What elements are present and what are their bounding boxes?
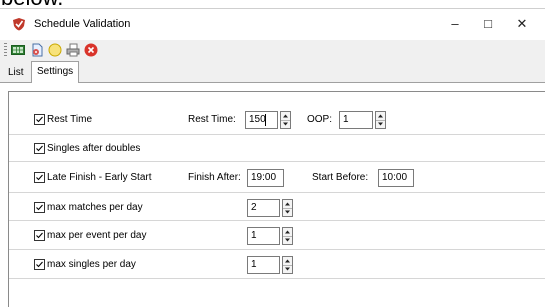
start-before-label: Start Before: (312, 172, 369, 183)
spin-down-icon[interactable] (283, 265, 292, 273)
checkmark-icon (36, 116, 43, 123)
checkmark-icon (36, 261, 43, 268)
max-singles-checkbox[interactable] (34, 259, 45, 270)
toolbar (0, 40, 545, 61)
max-singles-input[interactable]: 1 (247, 256, 280, 274)
schedule-validation-window: Schedule Validation – □ ✕ List Settings … (0, 8, 545, 307)
late-finish-checkbox[interactable] (34, 172, 45, 183)
max-matches-label: max matches per day (47, 202, 143, 213)
spin-up-icon[interactable] (283, 228, 292, 236)
tab-settings[interactable]: Settings (31, 61, 80, 83)
max-matches-spinner[interactable] (282, 199, 293, 217)
circle-icon[interactable] (48, 43, 62, 57)
tab-strip: List Settings (0, 61, 545, 83)
settings-panel: Rest Time Rest Time: 150 OOP: 1 Singles … (8, 91, 545, 307)
rule-row-late-finish: Late Finish - Early Start Finish After: … (9, 162, 545, 193)
max-per-event-spinner[interactable] (282, 227, 293, 245)
rule-row-singles-after-doubles: Singles after doubles (9, 135, 545, 162)
spin-up-icon[interactable] (283, 257, 292, 265)
rest-time-spinner[interactable] (280, 111, 291, 129)
rule-row-max-singles: max singles per day 1 (9, 250, 545, 279)
spin-down-icon[interactable] (283, 236, 292, 244)
checkmark-icon (36, 232, 43, 239)
text-caret (265, 114, 266, 126)
spin-down-icon[interactable] (283, 208, 292, 216)
singles-after-doubles-label: Singles after doubles (47, 143, 141, 154)
finish-after-label: Finish After: (188, 172, 241, 183)
max-matches-input[interactable]: 2 (247, 199, 280, 217)
title-bar: Schedule Validation – □ ✕ (0, 9, 545, 39)
rest-time-label: Rest Time (47, 114, 93, 125)
max-singles-label: max singles per day (47, 259, 136, 270)
checkmark-icon (36, 174, 43, 181)
checkmark-icon (36, 145, 43, 152)
document-icon[interactable] (30, 43, 44, 57)
close-red-icon[interactable] (84, 43, 98, 57)
close-button[interactable]: ✕ (499, 13, 545, 35)
max-per-event-label: max per event per day (47, 230, 147, 241)
late-finish-label: Late Finish - Early Start (47, 172, 152, 183)
spin-up-icon[interactable] (283, 200, 292, 208)
spin-down-icon[interactable] (376, 120, 385, 128)
oop-input[interactable]: 1 (339, 111, 373, 129)
singles-after-doubles-checkbox[interactable] (34, 143, 45, 154)
grid-icon[interactable] (11, 43, 25, 57)
rest-time-checkbox[interactable] (34, 114, 45, 125)
start-before-input[interactable]: 10:00 (378, 169, 414, 187)
rule-row-max-matches: max matches per day 2 (9, 193, 545, 221)
window-title: Schedule Validation (34, 18, 131, 30)
max-per-event-input[interactable]: 1 (247, 227, 280, 245)
spin-up-icon[interactable] (281, 112, 290, 120)
max-matches-checkbox[interactable] (34, 202, 45, 213)
checkmark-icon (36, 204, 43, 211)
rest-time-input[interactable]: 150 (245, 111, 278, 129)
spin-down-icon[interactable] (281, 120, 290, 128)
print-icon[interactable] (66, 43, 80, 57)
oop-label: OOP: (307, 114, 333, 125)
max-singles-spinner[interactable] (282, 256, 293, 274)
app-shield-icon (13, 18, 25, 31)
oop-spinner[interactable] (375, 111, 386, 129)
spin-up-icon[interactable] (376, 112, 385, 120)
max-per-event-checkbox[interactable] (34, 230, 45, 241)
rest-time-field-label: Rest Time: (188, 114, 236, 125)
toolbar-grip[interactable] (4, 43, 7, 57)
tab-list[interactable]: List (3, 64, 29, 81)
finish-after-input[interactable]: 19:00 (247, 169, 284, 187)
rule-row-rest-time: Rest Time Rest Time: 150 OOP: 1 (9, 104, 545, 135)
rule-row-max-per-event: max per event per day 1 (9, 221, 545, 250)
